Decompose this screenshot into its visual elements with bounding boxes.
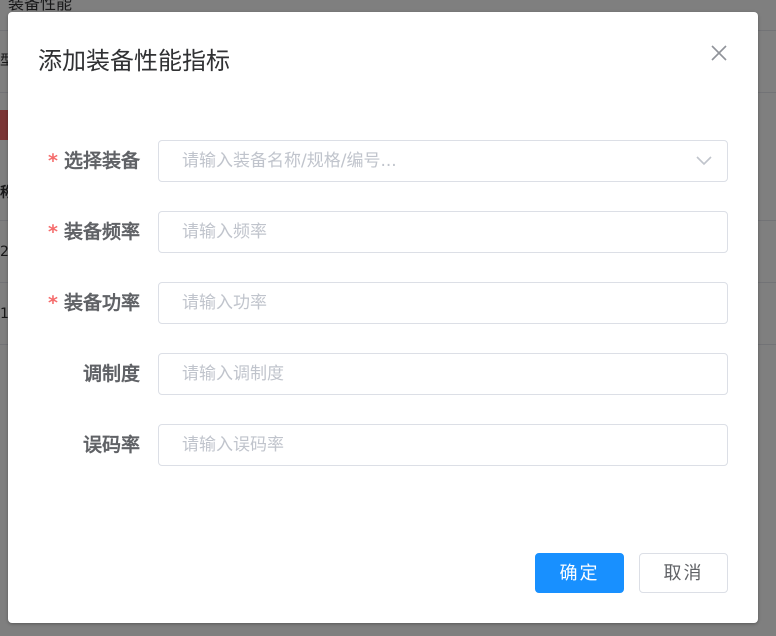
modulation-field[interactable] — [158, 353, 728, 395]
form-label-bit-error-rate: 误码率 — [82, 434, 140, 456]
close-button[interactable] — [708, 42, 730, 64]
frequency-field[interactable] — [158, 211, 728, 253]
close-icon — [711, 45, 727, 61]
required-mark: * — [48, 221, 58, 243]
equipment-select-input[interactable] — [159, 141, 702, 181]
power-field[interactable] — [158, 282, 728, 324]
form-label-modulation: 调制度 — [82, 363, 140, 385]
modulation-input[interactable] — [159, 354, 702, 394]
form-item-power: * 装备功率 — [8, 282, 758, 324]
form-item-modulation: 调制度 — [8, 353, 758, 395]
add-performance-dialog: 添加装备性能指标 *选择装备 *装备频率 *装备功率 调制度 — [8, 12, 758, 623]
power-input[interactable] — [159, 283, 702, 323]
confirm-button[interactable]: 确定 — [535, 553, 624, 593]
required-mark: * — [48, 150, 58, 172]
cancel-button[interactable]: 取消 — [639, 553, 728, 593]
chevron-down-icon — [696, 156, 712, 166]
form-label-power: * 装备功率 — [48, 292, 140, 314]
required-mark: * — [48, 292, 58, 314]
form-item-frequency: * 装备频率 — [8, 211, 758, 253]
equipment-select[interactable] — [158, 140, 728, 182]
frequency-input[interactable] — [159, 212, 702, 252]
form-item-bit-error-rate: 误码率 — [8, 424, 758, 466]
form-label-frequency: * 装备频率 — [48, 221, 140, 243]
bit-error-rate-field[interactable] — [158, 424, 728, 466]
form-item-equipment: * 选择装备 — [8, 140, 758, 182]
form-label-equipment: * 选择装备 — [48, 150, 140, 172]
bit-error-rate-input[interactable] — [159, 425, 702, 465]
dialog-title: 添加装备性能指标 — [38, 47, 230, 75]
